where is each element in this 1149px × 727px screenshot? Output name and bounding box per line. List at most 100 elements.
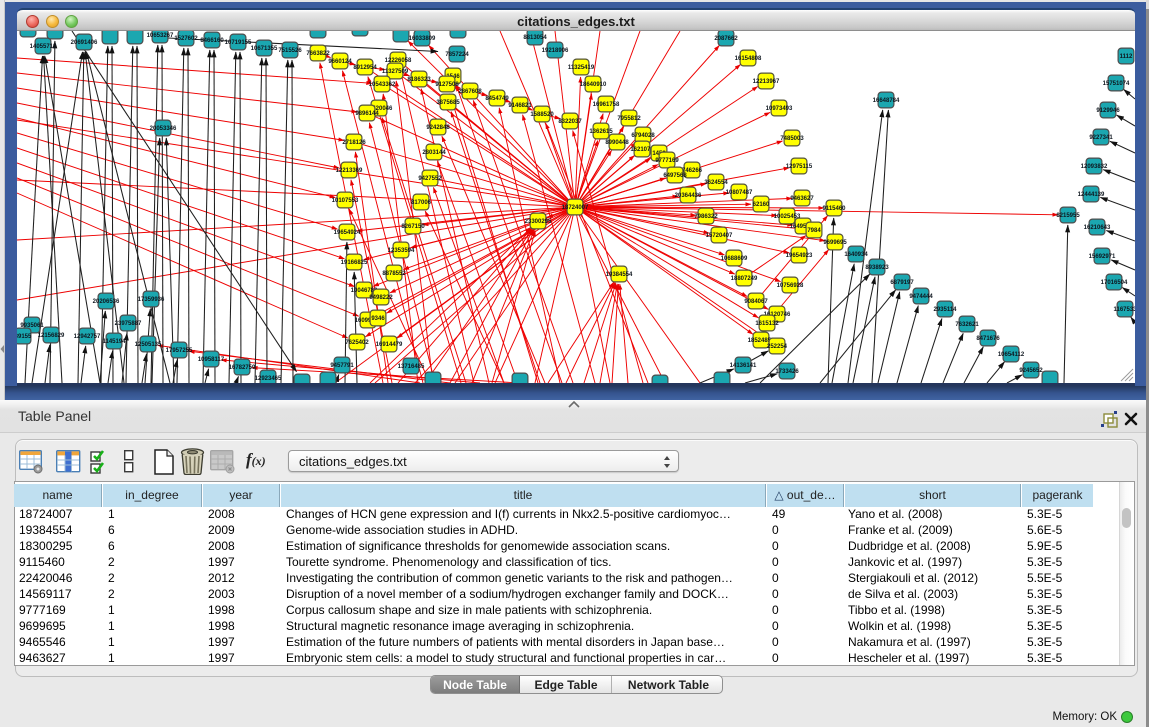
svg-text:8912954: 8912954 [353, 65, 377, 71]
svg-text:8454749: 8454749 [485, 96, 509, 102]
svg-text:19218906: 19218906 [542, 48, 569, 54]
svg-text:16914479: 16914479 [376, 342, 403, 348]
svg-text:12353594: 12353594 [388, 248, 415, 254]
svg-text:14136141: 14136141 [730, 363, 757, 369]
svg-text:20364436: 20364436 [675, 193, 702, 199]
svg-text:8813054: 8813054 [523, 35, 547, 41]
svg-text:6497568: 6497568 [663, 173, 687, 179]
svg-text:9129946: 9129946 [1096, 108, 1120, 114]
svg-text:7857224: 7857224 [445, 52, 469, 58]
svg-text:10973493: 10973493 [766, 106, 793, 112]
svg-text:16210643: 16210643 [1084, 225, 1111, 231]
svg-text:252254: 252254 [767, 344, 788, 350]
svg-text:9346: 9346 [371, 316, 385, 322]
svg-text:11327509: 11327509 [382, 69, 409, 75]
svg-text:8322037: 8322037 [558, 119, 582, 125]
svg-text:15720407: 15720407 [706, 233, 733, 239]
svg-text:8938923: 8938923 [865, 265, 889, 271]
svg-text:8186323: 8186323 [407, 77, 431, 83]
svg-text:1112: 1112 [1120, 54, 1133, 60]
svg-text:19654923: 19654923 [786, 253, 813, 259]
svg-text:9463627: 9463627 [790, 196, 814, 202]
svg-text:62160: 62160 [753, 202, 770, 208]
svg-text:8878552: 8878552 [382, 271, 406, 277]
svg-text:1733426: 1733426 [775, 369, 799, 375]
svg-text:9146821: 9146821 [508, 103, 532, 109]
svg-text:7632621: 7632621 [955, 322, 979, 328]
svg-text:6794028: 6794028 [631, 133, 655, 139]
svg-text:12444139: 12444139 [1078, 192, 1105, 198]
svg-text:12093832: 12093832 [1081, 164, 1108, 170]
svg-text:7984: 7984 [807, 228, 821, 234]
svg-text:12942757: 12942757 [74, 334, 101, 340]
svg-text:9474444: 9474444 [909, 294, 933, 300]
svg-text:17016504: 17016504 [1101, 280, 1128, 286]
svg-text:1145194: 1145194 [102, 339, 126, 345]
svg-text:9660124: 9660124 [328, 59, 352, 65]
svg-text:9242848: 9242848 [426, 125, 450, 131]
svg-text:9498222: 9498222 [369, 295, 393, 301]
svg-text:10719155: 10719155 [225, 40, 252, 46]
svg-text:9245652: 9245652 [1019, 368, 1043, 374]
svg-text:9457791: 9457791 [330, 363, 354, 369]
svg-text:10671355: 10671355 [251, 46, 278, 52]
svg-text:15692971: 15692971 [1089, 254, 1116, 260]
svg-text:18724007: 18724007 [562, 205, 589, 211]
svg-text:12213369: 12213369 [336, 168, 363, 174]
svg-text:7955812: 7955812 [617, 116, 641, 122]
svg-text:9227341: 9227341 [1089, 135, 1113, 141]
svg-text:1640934: 1640934 [844, 252, 868, 258]
svg-text:23975887: 23975887 [115, 321, 142, 327]
svg-text:7986322: 7986322 [694, 214, 718, 220]
svg-text:17359936: 17359936 [138, 297, 165, 303]
svg-text:19384554: 19384554 [606, 272, 633, 278]
svg-text:10107553: 10107553 [332, 198, 359, 204]
svg-text:16961758: 16961758 [593, 102, 620, 108]
svg-text:1527602: 1527602 [174, 36, 198, 42]
svg-text:817006: 817006 [411, 200, 432, 206]
svg-text:16033809: 16033809 [409, 36, 436, 42]
svg-text:10543362: 10543362 [369, 82, 396, 88]
svg-text:10653267: 10653267 [147, 33, 174, 39]
svg-text:8267150: 8267150 [401, 224, 425, 230]
svg-text:12505135: 12505135 [135, 342, 162, 348]
svg-text:20691406: 20691406 [71, 40, 98, 46]
svg-text:10654112: 10654112 [998, 352, 1025, 358]
svg-text:9115460: 9115460 [822, 206, 846, 212]
svg-text:19654924: 19654924 [334, 230, 361, 236]
svg-text:2935114: 2935114 [933, 307, 957, 313]
svg-text:8471676: 8471676 [976, 336, 1000, 342]
svg-text:2803144: 2803144 [422, 150, 446, 156]
svg-text:14055712: 14055712 [30, 44, 57, 50]
svg-text:9777169: 9777169 [655, 158, 679, 164]
svg-text:3624554: 3624554 [704, 180, 728, 186]
svg-text:2718126: 2718126 [342, 140, 366, 146]
svg-text:16782759: 16782759 [229, 365, 256, 371]
svg-text:1588520: 1588520 [530, 112, 554, 118]
svg-text:2867608: 2867608 [458, 89, 482, 95]
svg-text:16154808: 16154808 [735, 56, 762, 62]
svg-text:15751074: 15751074 [1103, 81, 1130, 87]
svg-text:9896144: 9896144 [355, 111, 379, 117]
svg-text:3875685: 3875685 [436, 100, 460, 106]
svg-text:20206536: 20206536 [93, 299, 120, 305]
svg-text:17957255: 17957255 [166, 348, 193, 354]
svg-text:7485003: 7485003 [780, 136, 804, 142]
svg-text:1615132: 1615132 [755, 321, 779, 327]
svg-text:2087662: 2087662 [714, 36, 738, 42]
svg-text:12213967: 12213967 [753, 79, 780, 85]
svg-text:12975115: 12975115 [786, 164, 813, 170]
svg-text:1167533: 1167533 [1113, 307, 1135, 313]
svg-text:10807487: 10807487 [726, 190, 753, 196]
svg-text:20053346: 20053346 [150, 126, 177, 132]
svg-text:7625402: 7625402 [345, 340, 369, 346]
svg-text:8990448: 8990448 [605, 140, 629, 146]
svg-text:8466160: 8466160 [200, 38, 224, 44]
svg-text:7515526: 7515526 [278, 48, 302, 54]
svg-text:9699695: 9699695 [823, 240, 847, 246]
svg-text:8215955: 8215955 [1056, 213, 1080, 219]
svg-text:12923465: 12923465 [255, 376, 282, 382]
svg-text:11325419: 11325419 [568, 65, 595, 71]
svg-text:12156829: 12156829 [38, 333, 65, 339]
svg-text:10756928: 10756928 [777, 283, 804, 289]
